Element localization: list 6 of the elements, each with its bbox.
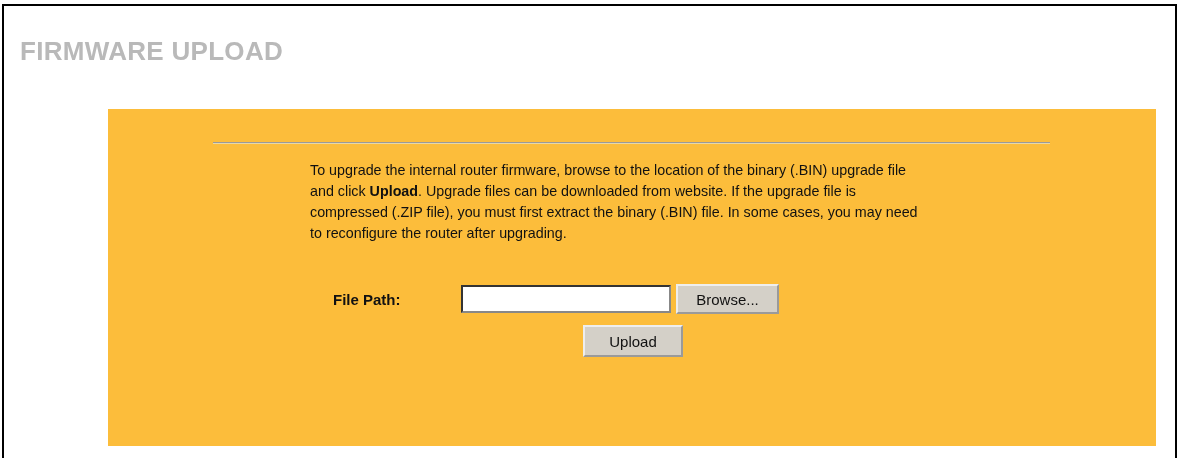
file-path-label: File Path: [333,290,402,308]
upload-button[interactable]: Upload [583,325,683,357]
file-path-field[interactable] [461,285,671,313]
browse-button[interactable]: Browse... [676,284,779,314]
instructions-text: To upgrade the internal router firmware, browse to the location of the binary (.BIN) upgrade file and click Upload. Upgrade files can be downloaded from website. If the upgrade file is compressed (.ZIP file), you must first extract the binary (.BIN) file. In some cases, you may need to reconfigure the router after upgrading. [310,161,919,243]
page-title: FIRMWARE UPLOAD [20,36,285,66]
